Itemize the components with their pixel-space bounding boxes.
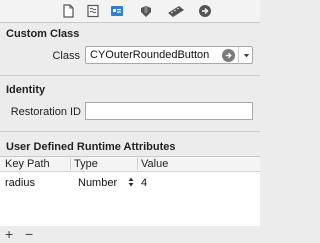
section-divider <box>0 75 260 76</box>
go-to-class-icon[interactable] <box>222 49 235 62</box>
row-key-path[interactable]: radius <box>5 177 35 189</box>
remove-attribute-button[interactable]: − <box>25 227 33 241</box>
column-header-value[interactable]: Value <box>141 158 168 170</box>
type-stepper-icon[interactable] <box>128 176 134 188</box>
column-separator <box>137 158 138 170</box>
size-inspector-icon[interactable] <box>167 4 185 18</box>
inspector-toolbar <box>0 0 260 23</box>
connections-inspector-icon[interactable] <box>198 4 212 18</box>
file-inspector-icon[interactable] <box>61 4 75 18</box>
row-value[interactable]: 4 <box>141 177 147 189</box>
runtime-attributes-table: Key Path Type Value radius Number 4 <box>0 156 260 228</box>
add-attribute-button[interactable]: + <box>5 227 13 241</box>
section-divider <box>0 131 260 132</box>
class-combobox-value[interactable]: CYOuterRoundedButton <box>90 49 209 61</box>
custom-class-section-title: Custom Class <box>6 28 80 40</box>
table-header: Key Path Type Value <box>0 157 260 172</box>
identity-inspector-icon[interactable] <box>110 4 124 18</box>
class-combobox[interactable]: CYOuterRoundedButton <box>85 46 253 64</box>
quick-help-icon[interactable] <box>86 4 100 18</box>
row-type[interactable]: Number <box>78 177 117 189</box>
runtime-attributes-section-title: User Defined Runtime Attributes <box>6 141 176 153</box>
attributes-inspector-icon[interactable] <box>139 4 153 18</box>
identity-section-title: Identity <box>6 84 46 96</box>
table-footer-bar: + − <box>0 226 260 243</box>
restoration-id-field[interactable] <box>85 102 253 120</box>
column-header-key-path[interactable]: Key Path <box>5 158 50 170</box>
chevron-down-icon[interactable] <box>240 47 252 63</box>
column-separator <box>70 158 71 170</box>
column-header-type[interactable]: Type <box>74 158 98 170</box>
combobox-separator <box>238 47 239 63</box>
class-label: Class <box>52 50 80 62</box>
restoration-id-label: Restoration ID <box>10 106 81 118</box>
